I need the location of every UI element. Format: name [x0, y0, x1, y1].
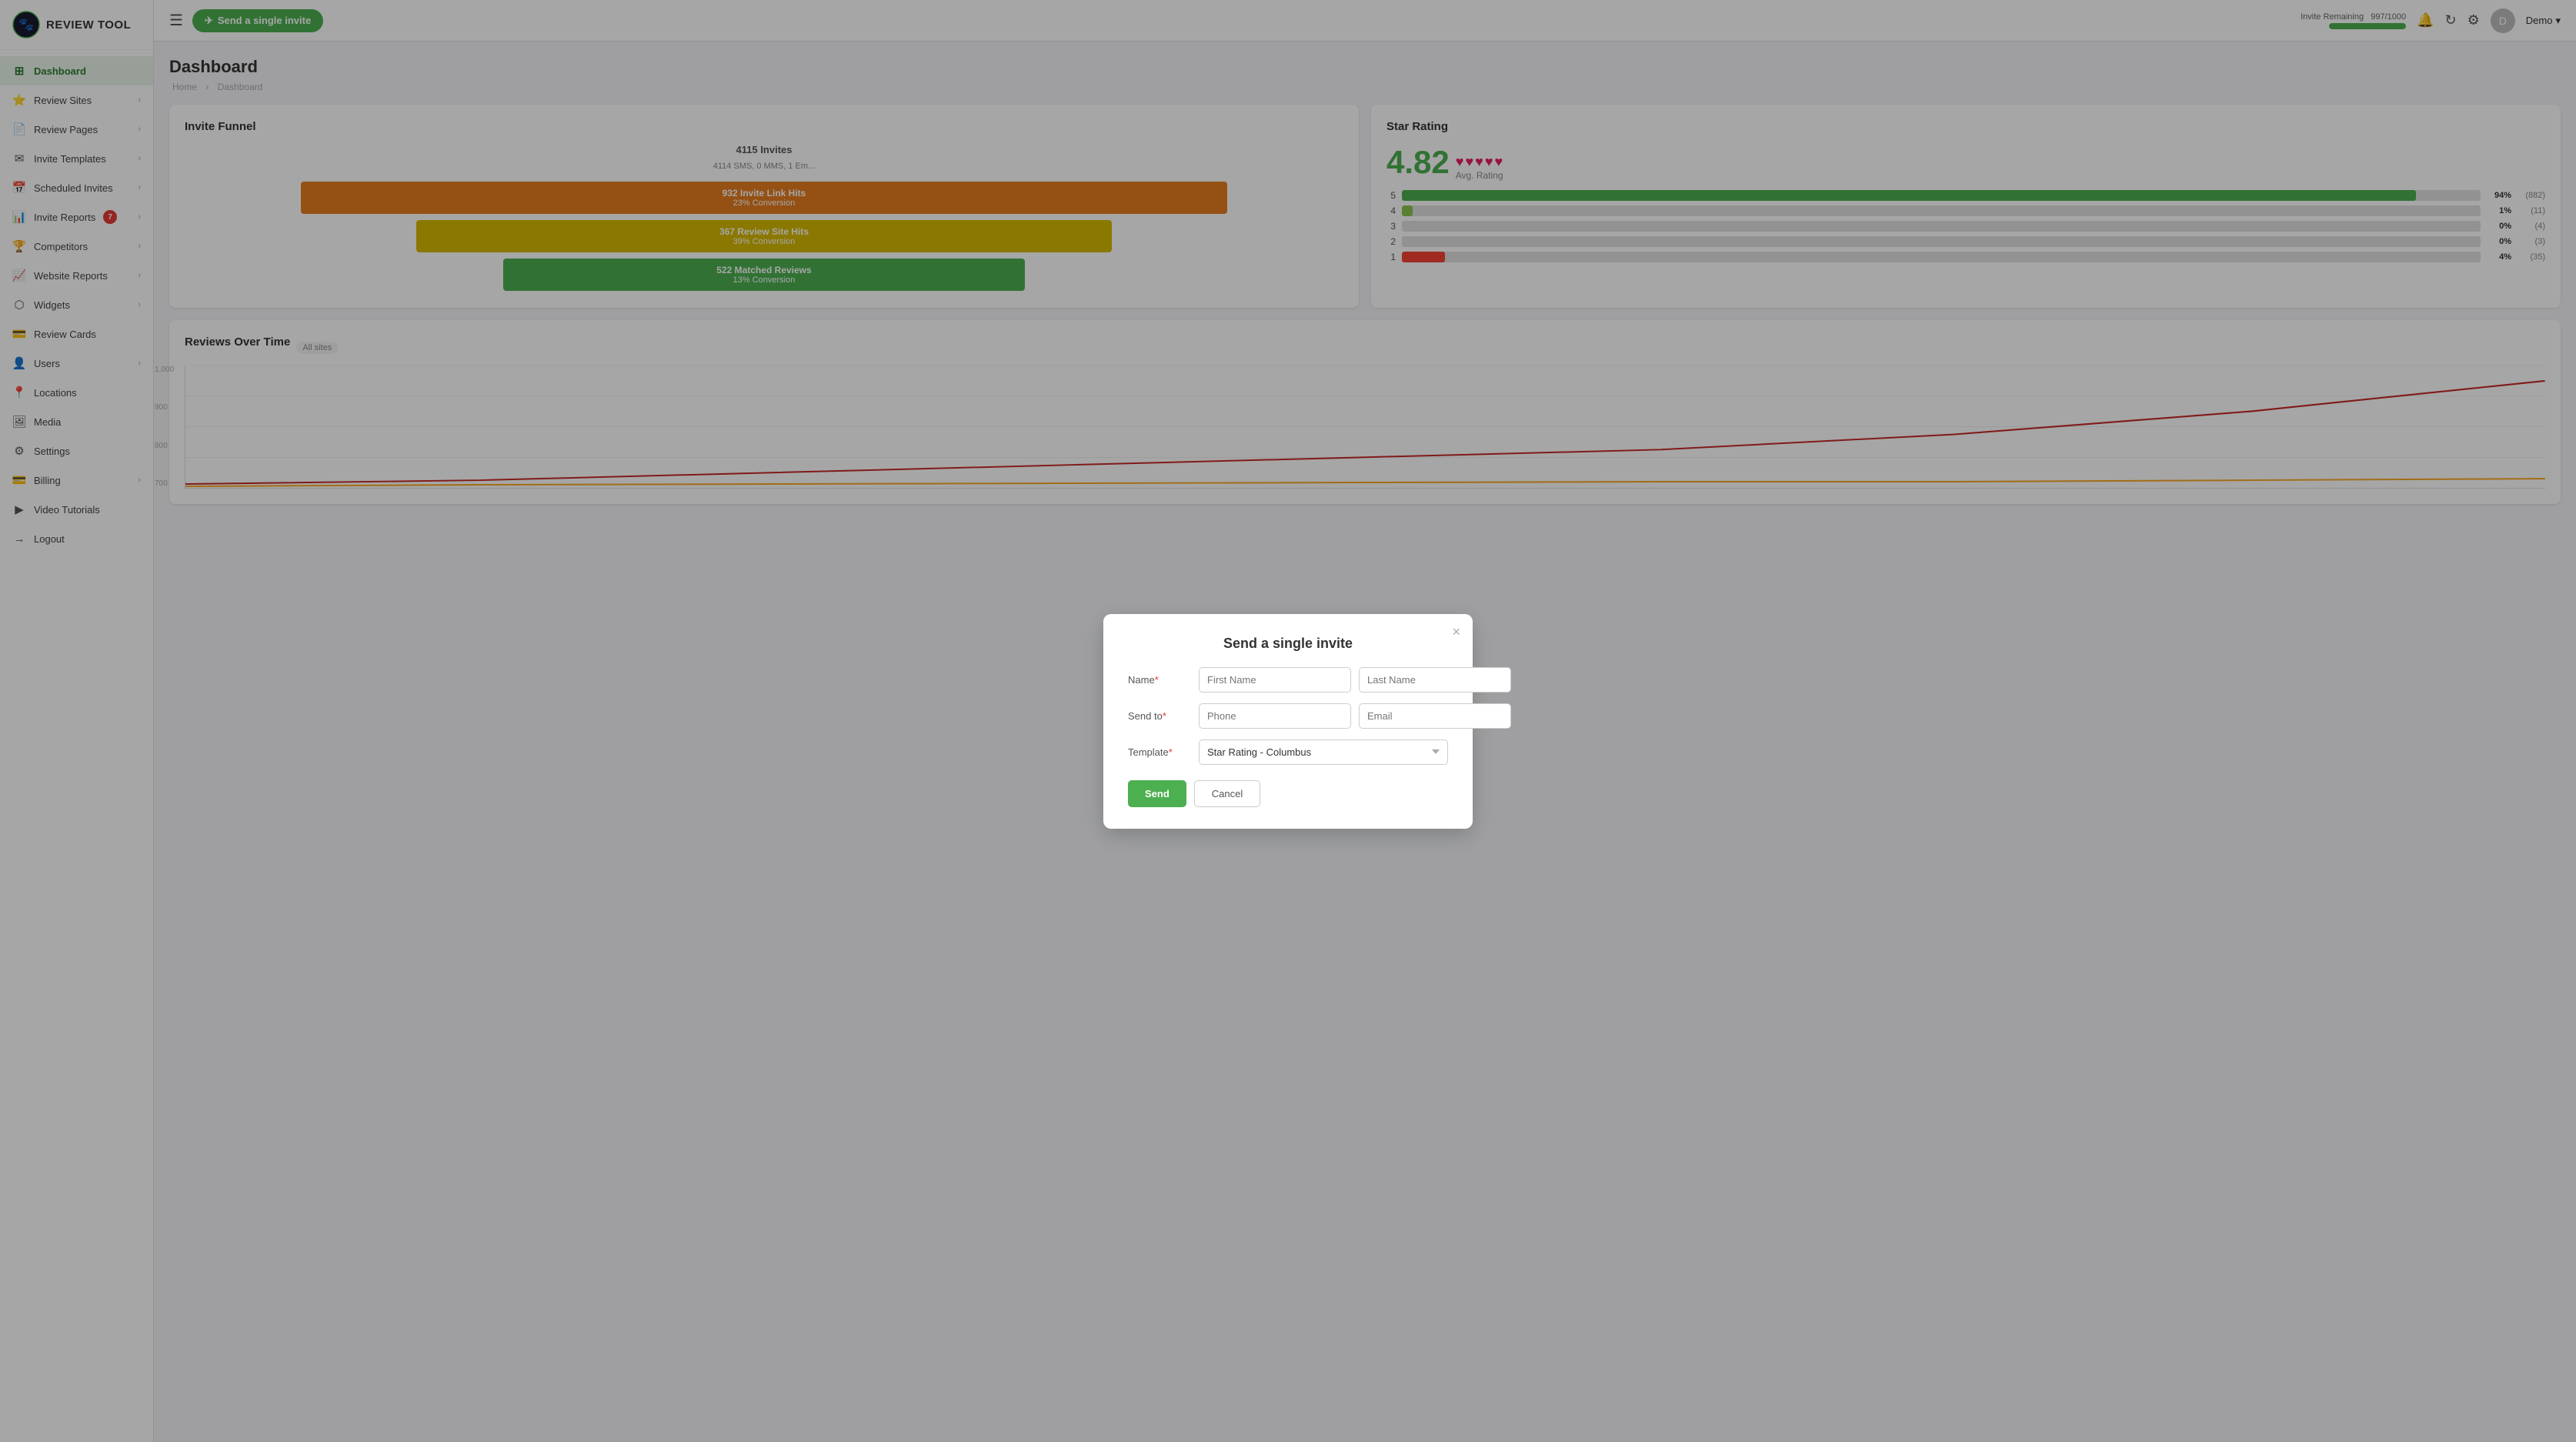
phone-input[interactable]: [1199, 703, 1351, 729]
template-form-row: Template* Star Rating - Columbus: [1128, 739, 1448, 765]
send-to-form-row: Send to*: [1128, 703, 1448, 729]
modal-close-button[interactable]: ×: [1452, 625, 1460, 639]
modal-actions: Send Cancel: [1128, 780, 1448, 807]
send-button[interactable]: Send: [1128, 780, 1186, 807]
template-input-wrap: Star Rating - Columbus: [1199, 739, 1448, 765]
send-invite-modal: Send a single invite × Name* Send to*: [1103, 614, 1473, 829]
name-label: Name*: [1128, 667, 1190, 686]
name-form-row: Name*: [1128, 667, 1448, 693]
template-label: Template*: [1128, 739, 1190, 758]
last-name-input[interactable]: [1359, 667, 1511, 693]
template-select[interactable]: Star Rating - Columbus: [1199, 739, 1448, 765]
modal-overlay[interactable]: Send a single invite × Name* Send to*: [0, 0, 2576, 1442]
send-to-label: Send to*: [1128, 703, 1190, 722]
email-input[interactable]: [1359, 703, 1511, 729]
first-name-input[interactable]: [1199, 667, 1351, 693]
modal-title: Send a single invite: [1128, 636, 1448, 652]
cancel-button[interactable]: Cancel: [1194, 780, 1260, 807]
send-to-inputs: [1199, 703, 1511, 729]
name-inputs: [1199, 667, 1511, 693]
